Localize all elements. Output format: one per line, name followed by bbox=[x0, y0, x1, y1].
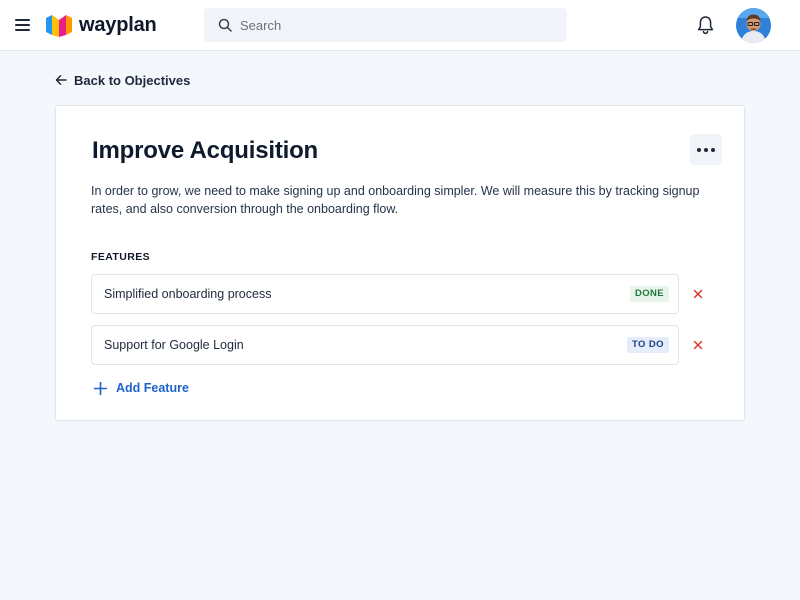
add-feature-label: Add Feature bbox=[116, 381, 189, 395]
app-logo[interactable]: wayplan bbox=[46, 12, 157, 38]
features-heading: FEATURES bbox=[91, 251, 151, 263]
search-bar[interactable] bbox=[204, 8, 567, 42]
top-bar: wayplan bbox=[0, 0, 800, 51]
back-to-objectives-link[interactable]: Back to Objectives bbox=[55, 72, 190, 88]
objective-description: In order to grow, we need to make signin… bbox=[91, 184, 700, 216]
remove-feature-icon[interactable] bbox=[692, 288, 704, 300]
menu-icon[interactable] bbox=[14, 16, 32, 34]
search-input[interactable] bbox=[240, 8, 560, 42]
remove-feature-icon[interactable] bbox=[692, 339, 704, 351]
app-name: wayplan bbox=[79, 14, 157, 36]
plus-icon bbox=[94, 381, 107, 395]
more-options-button[interactable] bbox=[690, 134, 722, 165]
back-link-label: Back to Objectives bbox=[74, 72, 191, 88]
feature-row[interactable]: Support for Google Login TO DO bbox=[91, 325, 679, 365]
add-feature-button[interactable]: Add Feature bbox=[94, 379, 189, 397]
user-avatar-icon bbox=[736, 8, 771, 43]
avatar[interactable] bbox=[736, 8, 771, 43]
status-badge: TO DO bbox=[627, 337, 669, 353]
objective-card: Improve Acquisition In order to grow, we… bbox=[55, 105, 745, 421]
bell-icon[interactable] bbox=[696, 15, 715, 35]
feature-name: Simplified onboarding process bbox=[104, 287, 272, 301]
feature-row[interactable]: Simplified onboarding process DONE bbox=[91, 274, 679, 314]
page-title: Improve Acquisition bbox=[92, 137, 319, 164]
feature-name: Support for Google Login bbox=[104, 338, 244, 352]
wayplan-logo-icon bbox=[46, 15, 72, 37]
search-icon bbox=[218, 18, 232, 32]
arrow-left-icon bbox=[55, 75, 67, 85]
more-dots-icon bbox=[697, 147, 701, 152]
status-badge: DONE bbox=[630, 286, 670, 302]
